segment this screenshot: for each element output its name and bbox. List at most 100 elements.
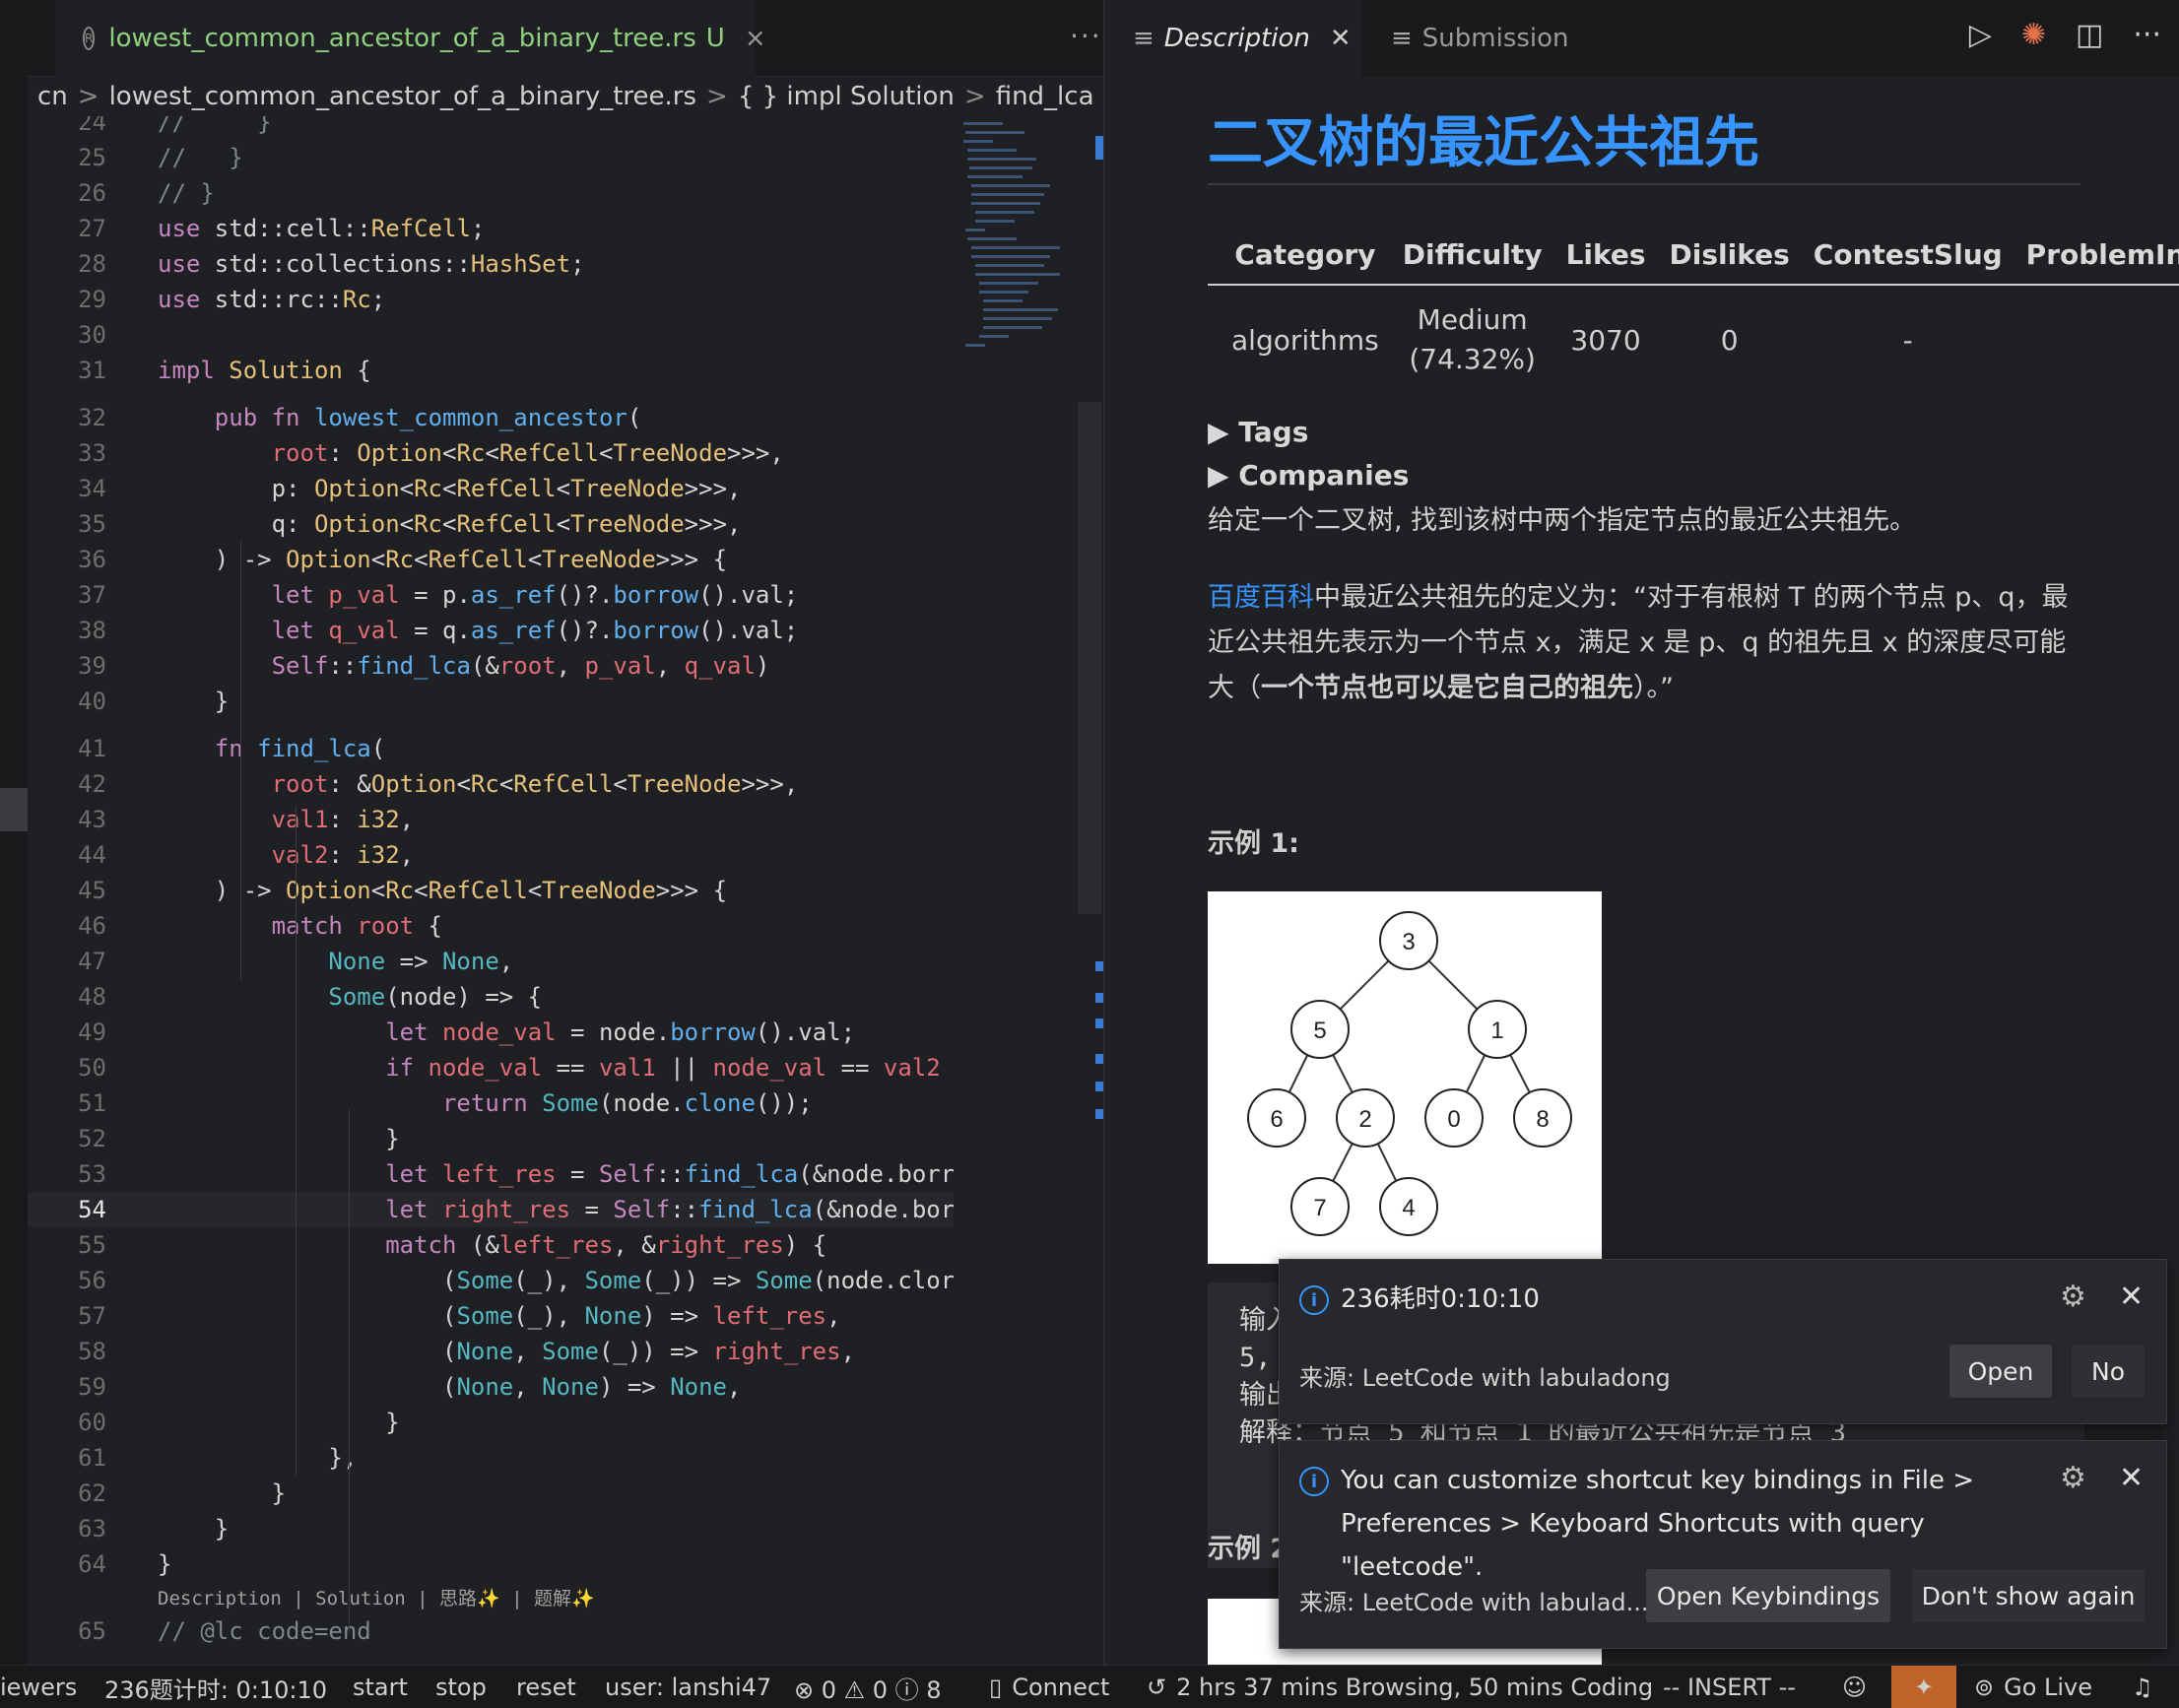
breadcrumb-file[interactable]: lowest_common_ancestor_of_a_binary_tree.… (109, 82, 696, 111)
line-text: } (158, 1409, 400, 1436)
line-number: 34 (78, 475, 106, 502)
code-line[interactable]: 46 match root { (28, 908, 954, 944)
code-line[interactable]: 32 pub fn lowest_common_ancestor( (28, 400, 954, 435)
code-line[interactable]: 38 let q_val = q.as_ref()?.borrow().val; (28, 613, 954, 648)
claude-icon[interactable]: ✺ (2021, 18, 2046, 52)
open-keybindings-button[interactable]: Open Keybindings (1646, 1569, 1890, 1622)
line-number: 57 (78, 1302, 106, 1330)
more-actions-icon[interactable]: ··· (1070, 20, 1102, 52)
code-line[interactable]: 55 match (&left_res, &right_res) { (28, 1227, 954, 1263)
editor-scrollbar[interactable] (1076, 116, 1103, 1665)
code-line[interactable]: 52 } (28, 1121, 954, 1156)
code-line[interactable]: 59 (None, None) => None, (28, 1369, 954, 1405)
minimap-line (965, 131, 1024, 134)
code-line[interactable]: 26 // } (28, 175, 954, 211)
code-line[interactable]: 51 return Some(node.clone()); (28, 1085, 954, 1121)
code-line[interactable]: 39 Self::find_lca(&root, p_val, q_val) (28, 648, 954, 684)
code-line[interactable]: 54 let right_res = Self::find_lca(&node.… (28, 1192, 954, 1227)
close-icon[interactable]: ✕ (2119, 1280, 2144, 1314)
open-button[interactable]: Open (1949, 1345, 2052, 1398)
more-actions-icon[interactable]: ··· (2133, 18, 2161, 52)
line-text: if node_val == val1 || node_val == val2 (385, 1054, 941, 1082)
tags-toggle[interactable]: ▶ Tags (1208, 416, 1308, 448)
copilot-icon[interactable]: ☺ (1842, 1666, 1867, 1708)
code-line[interactable]: 41 fn find_lca( (28, 731, 954, 766)
status-wakatime[interactable]: ↺ 2 hrs 37 mins Browsing, 50 mins Coding (1147, 1666, 1653, 1708)
code-line[interactable]: 33 root: Option<Rc<RefCell<TreeNode>>>, (28, 435, 954, 471)
code-line[interactable]: 30 (28, 317, 954, 353)
code-line[interactable]: 57 (Some(_), None) => left_res, (28, 1298, 954, 1334)
definition-end: ）。” (1633, 673, 1674, 703)
code-line[interactable]: 36 ) -> Option<Rc<RefCell<TreeNode>>> { (28, 542, 954, 577)
code-line[interactable]: 65 // @lc code=end (28, 1613, 954, 1649)
status-user[interactable]: user: lanshi47 (605, 1666, 771, 1708)
status-timer[interactable]: 236题计时: 0:10:10 (104, 1666, 327, 1708)
code-line[interactable]: 43 val1: i32, (28, 802, 954, 837)
gear-icon[interactable]: ⚙ (2060, 1280, 2086, 1314)
code-line[interactable]: 53 let left_res = Self::find_lca(&node.b… (28, 1156, 954, 1192)
status-connect[interactable]: ▯ Connect (989, 1666, 1109, 1708)
code-line[interactable]: 34 p: Option<Rc<RefCell<TreeNode>>>, (28, 471, 954, 506)
example-tree-image: 3 5 1 6 2 0 8 7 4 (1208, 891, 1602, 1264)
code-line[interactable]: 37 let p_val = p.as_ref()?.borrow().val; (28, 577, 954, 613)
code-line[interactable]: 29 use std::rc::Rc; (28, 282, 954, 317)
codelens-links[interactable]: Description | Solution | 思路✨ | 题解✨ (158, 1584, 595, 1610)
leetcode-icon[interactable]: ✦ (1891, 1666, 1956, 1708)
code-line[interactable]: 25 // } (28, 140, 954, 175)
code-line[interactable]: 61 }, (28, 1440, 954, 1476)
no-button[interactable]: No (2072, 1345, 2145, 1398)
code-area[interactable]: 24// } 25// } 26// } 27 use std::cell::RefCe… (28, 116, 954, 1665)
code-line[interactable]: 62 } (28, 1476, 954, 1511)
line-number: 47 (78, 948, 106, 975)
code-line[interactable]: 31 impl Solution { (28, 353, 954, 388)
split-editor-icon[interactable]: ◫ (2076, 18, 2103, 52)
dont-show-again-button[interactable]: Don't show again (1912, 1569, 2145, 1622)
code-line[interactable]: 64} (28, 1546, 954, 1582)
rust-file-icon: R (83, 27, 96, 50)
code-line[interactable]: 47 None => None, (28, 944, 954, 979)
close-icon[interactable]: ✕ (1330, 24, 1352, 53)
baike-link[interactable]: 百度百科 (1208, 582, 1314, 613)
breadcrumb-symbol[interactable]: find_lca (996, 82, 1094, 111)
line-text: return Some(node.clone()); (441, 1089, 813, 1117)
editor-tab[interactable]: R lowest_common_ancestor_of_a_binary_tre… (55, 0, 766, 77)
status-start[interactable]: start (353, 1666, 408, 1708)
code-line[interactable]: 44 val2: i32, (28, 837, 954, 873)
companies-toggle[interactable]: ▶ Companies (1208, 459, 1409, 492)
minimap[interactable] (957, 116, 1076, 412)
code-line[interactable]: 60 } (28, 1405, 954, 1440)
code-line[interactable]: 56 (Some(_), Some(_)) => Some(node.clor (28, 1263, 954, 1298)
breadcrumb-folder[interactable]: cn (37, 82, 68, 111)
tab-submission[interactable]: ≡ Submission (1363, 0, 1610, 77)
code-line[interactable]: 27 use std::cell::RefCell; (28, 211, 954, 246)
status-stop[interactable]: stop (435, 1666, 487, 1708)
close-icon[interactable]: ✕ (2119, 1461, 2144, 1495)
code-line[interactable]: 35 q: Option<Rc<RefCell<TreeNode>>>, (28, 506, 954, 542)
code-line[interactable]: 28 use std::collections::HashSet; (28, 246, 954, 282)
code-line[interactable]: 63 } (28, 1511, 954, 1546)
code-line[interactable]: 50 if node_val == val1 || node_val == va… (28, 1050, 954, 1085)
code-line[interactable]: 40 } (28, 684, 954, 719)
code-line[interactable]: 45 ) -> Option<Rc<RefCell<TreeNode>>> { (28, 873, 954, 908)
scroll-thumb[interactable] (1078, 402, 1101, 914)
gear-icon[interactable]: ⚙ (2060, 1461, 2086, 1495)
tab-description[interactable]: ≡ Description ✕ (1105, 0, 1361, 77)
status-reset[interactable]: reset (516, 1666, 576, 1708)
status-problems[interactable]: ⊗ 0 ⚠ 0 ⓘ 8 (794, 1666, 942, 1708)
table-header: Likes (1565, 238, 1646, 271)
table-header: ContestSlug (1813, 238, 2003, 271)
tree-node-label: 7 (1313, 1195, 1326, 1221)
code-line[interactable]: 48 Some(node) => { (28, 979, 954, 1015)
bell-icon[interactable]: ♫ (2132, 1666, 2153, 1708)
status-golive[interactable]: ⊚ Go Live (1974, 1666, 2092, 1708)
code-line[interactable]: 24 // } (28, 116, 954, 140)
line-number: 45 (78, 877, 106, 904)
line-number: 52 (78, 1125, 106, 1152)
breadcrumb-impl[interactable]: { } impl Solution (738, 82, 955, 111)
code-line[interactable]: 58 (None, Some(_)) => right_res, (28, 1334, 954, 1369)
close-icon[interactable]: × (745, 24, 766, 53)
code-line[interactable]: 49 let node_val = node.borrow().val; (28, 1015, 954, 1050)
code-line[interactable]: 42 root: &Option<Rc<RefCell<TreeNode>>>, (28, 766, 954, 802)
status-viewers[interactable]: iewers (0, 1666, 77, 1708)
run-icon[interactable]: ▷ (1969, 18, 1992, 52)
